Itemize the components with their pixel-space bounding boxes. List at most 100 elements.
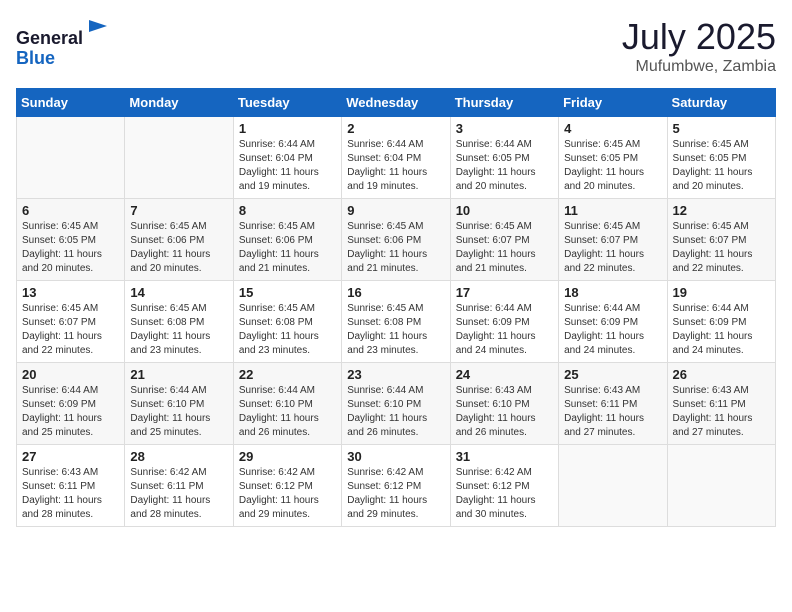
calendar-col-header-friday: Friday [559,89,667,117]
logo-blue-text: Blue [16,48,55,68]
day-info: Sunrise: 6:44 AM Sunset: 6:09 PM Dayligh… [673,302,770,358]
calendar-cell: 15 Sunrise: 6:45 AM Sunset: 6:08 PM Dayli… [233,281,341,363]
day-number: 15 [239,285,336,300]
day-number: 7 [130,203,227,218]
day-number: 31 [456,449,553,464]
calendar-cell: 18 Sunrise: 6:44 AM Sunset: 6:09 PM Dayli… [559,281,667,363]
day-number: 14 [130,285,227,300]
calendar-col-header-tuesday: Tuesday [233,89,341,117]
day-info: Sunrise: 6:45 AM Sunset: 6:07 PM Dayligh… [456,220,553,276]
day-number: 11 [564,203,661,218]
day-info: Sunrise: 6:43 AM Sunset: 6:11 PM Dayligh… [673,384,770,440]
day-info: Sunrise: 6:45 AM Sunset: 6:06 PM Dayligh… [130,220,227,276]
calendar-cell: 22 Sunrise: 6:44 AM Sunset: 6:10 PM Dayli… [233,363,341,445]
logo-general-text: General [16,28,83,48]
day-info: Sunrise: 6:45 AM Sunset: 6:05 PM Dayligh… [673,138,770,194]
calendar-cell: 3Sunrise: 6:44 AM Sunset: 6:05 PM Daylig… [450,117,558,199]
day-number: 29 [239,449,336,464]
calendar-cell: 21Sunrise: 6:44 AM Sunset: 6:10 PM Dayli… [125,363,233,445]
day-number: 16 [347,285,444,300]
day-number: 19 [673,285,770,300]
day-number: 13 [22,285,119,300]
calendar-header-row: SundayMondayTuesdayWednesdayThursdayFrid… [17,89,776,117]
day-number: 28 [130,449,227,464]
day-number: 18 [564,285,661,300]
day-info: Sunrise: 6:44 AM Sunset: 6:09 PM Dayligh… [564,302,661,358]
day-info: Sunrise: 6:45 AM Sunset: 6:07 PM Dayligh… [22,302,119,358]
day-info: Sunrise: 6:45 AM Sunset: 6:05 PM Dayligh… [564,138,661,194]
calendar-cell [125,117,233,199]
day-info: Sunrise: 6:45 AM Sunset: 6:07 PM Dayligh… [564,220,661,276]
day-info: Sunrise: 6:44 AM Sunset: 6:04 PM Dayligh… [239,138,336,194]
calendar-cell: 9Sunrise: 6:45 AM Sunset: 6:06 PM Daylig… [342,199,450,281]
day-number: 12 [673,203,770,218]
day-number: 23 [347,367,444,382]
calendar-cell: 23Sunrise: 6:44 AM Sunset: 6:10 PM Dayli… [342,363,450,445]
day-info: Sunrise: 6:45 AM Sunset: 6:05 PM Dayligh… [22,220,119,276]
title-block: July 2025 Mufumbwe, Zambia [622,16,776,76]
calendar-week-row: 6 Sunrise: 6:45 AM Sunset: 6:05 PM Daylig… [17,199,776,281]
day-number: 30 [347,449,444,464]
day-number: 17 [456,285,553,300]
calendar-cell: 25Sunrise: 6:43 AM Sunset: 6:11 PM Dayli… [559,363,667,445]
day-number: 1 [239,121,336,136]
day-number: 22 [239,367,336,382]
location-subtitle: Mufumbwe, Zambia [622,58,776,76]
calendar-cell: 28 Sunrise: 6:42 AM Sunset: 6:11 PM Dayli… [125,445,233,527]
calendar-cell: 24 Sunrise: 6:43 AM Sunset: 6:10 PM Dayli… [450,363,558,445]
day-number: 27 [22,449,119,464]
calendar-cell: 17 Sunrise: 6:44 AM Sunset: 6:09 PM Dayli… [450,281,558,363]
calendar-cell: 1 Sunrise: 6:44 AM Sunset: 6:04 PM Daylig… [233,117,341,199]
calendar-cell: 20 Sunrise: 6:44 AM Sunset: 6:09 PM Dayli… [17,363,125,445]
calendar-cell: 11 Sunrise: 6:45 AM Sunset: 6:07 PM Dayli… [559,199,667,281]
day-info: Sunrise: 6:45 AM Sunset: 6:06 PM Dayligh… [239,220,336,276]
calendar-cell: 2 Sunrise: 6:44 AM Sunset: 6:04 PM Daylig… [342,117,450,199]
calendar-cell: 12 Sunrise: 6:45 AM Sunset: 6:07 PM Dayli… [667,199,775,281]
day-number: 5 [673,121,770,136]
calendar-cell: 31 Sunrise: 6:42 AM Sunset: 6:12 PM Dayli… [450,445,558,527]
calendar-cell: 10Sunrise: 6:45 AM Sunset: 6:07 PM Dayli… [450,199,558,281]
day-number: 20 [22,367,119,382]
day-number: 6 [22,203,119,218]
calendar-col-header-monday: Monday [125,89,233,117]
day-info: Sunrise: 6:42 AM Sunset: 6:11 PM Dayligh… [130,466,227,522]
day-info: Sunrise: 6:45 AM Sunset: 6:08 PM Dayligh… [239,302,336,358]
calendar-col-header-sunday: Sunday [17,89,125,117]
day-info: Sunrise: 6:44 AM Sunset: 6:09 PM Dayligh… [22,384,119,440]
day-info: Sunrise: 6:42 AM Sunset: 6:12 PM Dayligh… [456,466,553,522]
day-info: Sunrise: 6:44 AM Sunset: 6:04 PM Dayligh… [347,138,444,194]
calendar-cell: 6 Sunrise: 6:45 AM Sunset: 6:05 PM Daylig… [17,199,125,281]
day-info: Sunrise: 6:42 AM Sunset: 6:12 PM Dayligh… [239,466,336,522]
day-info: Sunrise: 6:43 AM Sunset: 6:10 PM Dayligh… [456,384,553,440]
calendar-cell: 8 Sunrise: 6:45 AM Sunset: 6:06 PM Daylig… [233,199,341,281]
day-info: Sunrise: 6:43 AM Sunset: 6:11 PM Dayligh… [564,384,661,440]
day-number: 2 [347,121,444,136]
calendar-cell: 19 Sunrise: 6:44 AM Sunset: 6:09 PM Dayli… [667,281,775,363]
calendar-week-row: 27 Sunrise: 6:43 AM Sunset: 6:11 PM Dayli… [17,445,776,527]
day-number: 8 [239,203,336,218]
calendar-week-row: 20 Sunrise: 6:44 AM Sunset: 6:09 PM Dayli… [17,363,776,445]
day-info: Sunrise: 6:43 AM Sunset: 6:11 PM Dayligh… [22,466,119,522]
calendar-cell [559,445,667,527]
calendar-col-header-saturday: Saturday [667,89,775,117]
calendar-cell: 16Sunrise: 6:45 AM Sunset: 6:08 PM Dayli… [342,281,450,363]
day-number: 9 [347,203,444,218]
day-number: 21 [130,367,227,382]
calendar-cell [667,445,775,527]
calendar-cell: 13 Sunrise: 6:45 AM Sunset: 6:07 PM Dayli… [17,281,125,363]
day-info: Sunrise: 6:45 AM Sunset: 6:08 PM Dayligh… [130,302,227,358]
calendar-cell: 26 Sunrise: 6:43 AM Sunset: 6:11 PM Dayli… [667,363,775,445]
calendar-cell: 5 Sunrise: 6:45 AM Sunset: 6:05 PM Daylig… [667,117,775,199]
day-info: Sunrise: 6:45 AM Sunset: 6:07 PM Dayligh… [673,220,770,276]
month-year-title: July 2025 [622,16,776,58]
day-number: 26 [673,367,770,382]
calendar-table: SundayMondayTuesdayWednesdayThursdayFrid… [16,88,776,527]
day-info: Sunrise: 6:44 AM Sunset: 6:10 PM Dayligh… [239,384,336,440]
calendar-col-header-wednesday: Wednesday [342,89,450,117]
day-info: Sunrise: 6:44 AM Sunset: 6:09 PM Dayligh… [456,302,553,358]
logo: General Blue [16,16,113,69]
day-number: 24 [456,367,553,382]
page-header: General Blue July 2025 Mufumbwe, Zambia [16,16,776,76]
day-info: Sunrise: 6:42 AM Sunset: 6:12 PM Dayligh… [347,466,444,522]
day-number: 4 [564,121,661,136]
